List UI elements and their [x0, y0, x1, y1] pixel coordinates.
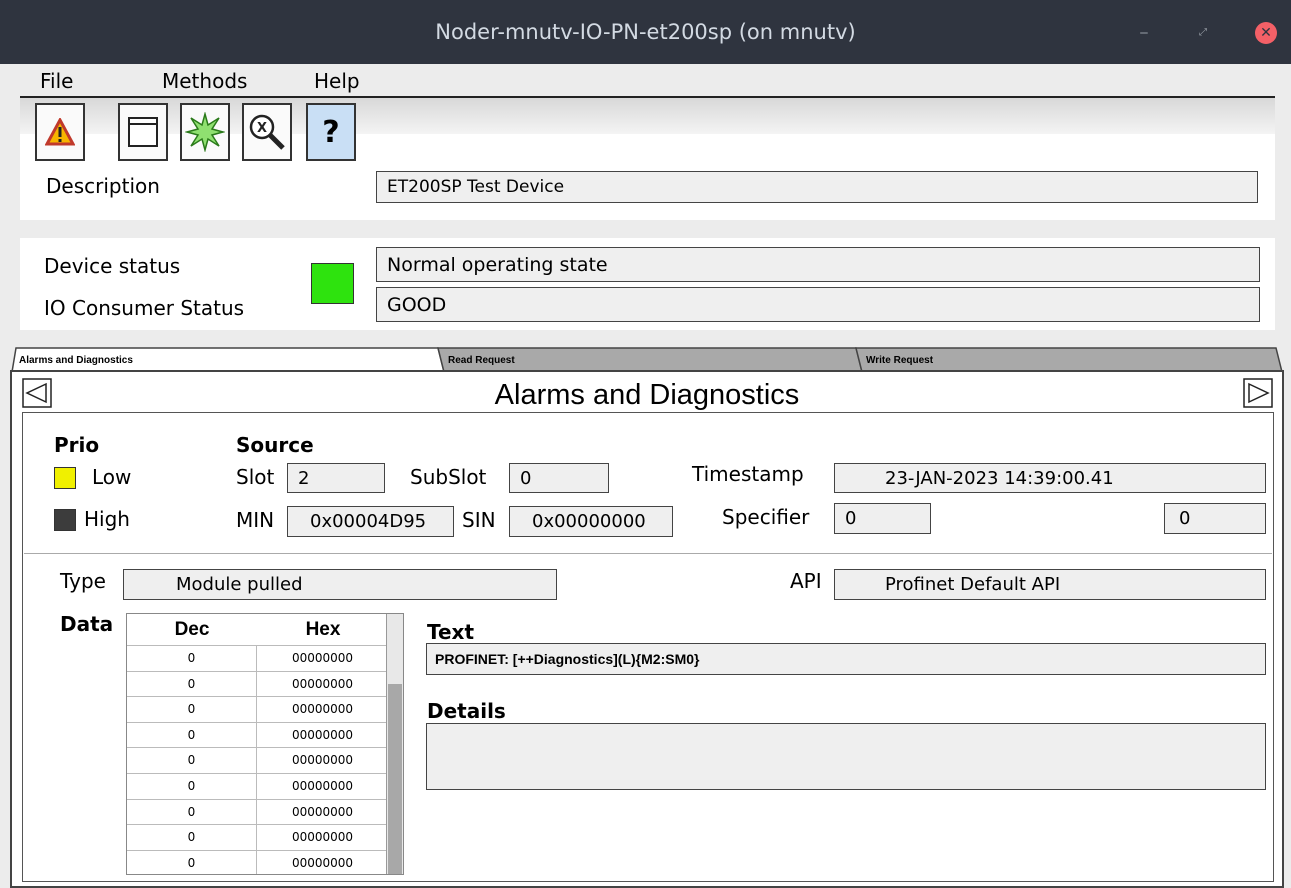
- status-indicator: [311, 263, 354, 304]
- table-row[interactable]: 0 00000000: [127, 849, 389, 874]
- type-field: Module pulled: [123, 569, 557, 600]
- close-icon[interactable]: ✕: [1255, 22, 1277, 44]
- data-label: Data: [60, 612, 114, 636]
- section-divider: [24, 553, 1272, 554]
- table-row[interactable]: 0 00000000: [127, 824, 389, 850]
- low-priority-label: Low: [92, 465, 132, 489]
- details-field: [426, 723, 1266, 790]
- data-table: Dec Hex 0 00000000 0 00000000 0 00000000 0 0000…: [126, 613, 404, 875]
- hex-cell: 00000000: [257, 799, 389, 825]
- new-item-button[interactable]: [180, 103, 230, 161]
- hex-cell: 00000000: [257, 671, 389, 697]
- table-row[interactable]: 0 00000000: [127, 696, 389, 722]
- low-priority-swatch: [54, 467, 76, 489]
- dec-cell: 0: [127, 748, 257, 773]
- table-row[interactable]: 0 00000000: [127, 645, 389, 671]
- next-arrow-icon[interactable]: [1243, 378, 1273, 408]
- details-label: Details: [427, 699, 506, 723]
- warning-icon: [45, 118, 75, 146]
- table-row[interactable]: 0 00000000: [127, 798, 389, 825]
- hex-cell: 00000000: [257, 850, 389, 874]
- menu-help[interactable]: Help: [314, 66, 360, 96]
- api-field: Profinet Default API: [834, 569, 1266, 600]
- table-row[interactable]: 0 00000000: [127, 721, 389, 748]
- menu-file[interactable]: File: [40, 66, 73, 96]
- sin-field: 0x00000000: [509, 506, 673, 537]
- tab-write-request[interactable]: Write Request: [866, 355, 933, 366]
- table-row[interactable]: 0 00000000: [127, 747, 389, 773]
- high-priority-label: High: [84, 507, 130, 531]
- subslot-label: SubSlot: [410, 465, 487, 489]
- hex-cell: 00000000: [257, 722, 389, 748]
- window-icon: [128, 117, 158, 147]
- open-window-button[interactable]: [118, 103, 168, 161]
- dec-cell: 0: [127, 697, 257, 722]
- starburst-icon: [185, 112, 225, 152]
- device-status-label: Device status: [44, 254, 181, 278]
- io-consumer-status-field: GOOD: [376, 287, 1260, 322]
- dec-cell: 0: [127, 671, 257, 697]
- source-label: Source: [236, 433, 314, 457]
- timestamp-label: Timestamp: [692, 462, 804, 486]
- help-button[interactable]: ?: [306, 103, 356, 161]
- minimize-icon[interactable]: ‒: [1133, 22, 1155, 44]
- min-label: MIN: [236, 508, 275, 532]
- text-label: Text: [427, 620, 475, 644]
- dec-cell: 0: [127, 722, 257, 748]
- device-status-field: Normal operating state: [376, 247, 1260, 282]
- min-field: 0x00004D95: [287, 506, 454, 537]
- dec-cell: 0: [127, 825, 257, 850]
- window-title: Noder-mnutv-IO-PN-et200sp (on mnutv): [435, 20, 856, 44]
- description-label: Description: [46, 174, 160, 198]
- magnifier-icon: X: [249, 114, 285, 150]
- scrollbar-thumb[interactable]: [388, 684, 402, 874]
- text-field: PROFINET: [++Diagnostics](L){M2:SM0}: [426, 643, 1266, 675]
- api-label: API: [790, 569, 822, 593]
- dec-cell: 0: [127, 646, 257, 671]
- hex-cell: 00000000: [257, 646, 389, 671]
- slot-label: Slot: [236, 465, 275, 489]
- maximize-icon[interactable]: ⤢: [1192, 22, 1214, 44]
- alarm-warning-button[interactable]: [35, 103, 85, 161]
- inspect-button[interactable]: X: [242, 103, 292, 161]
- io-consumer-status-label: IO Consumer Status: [44, 296, 245, 320]
- hex-cell: 00000000: [257, 774, 389, 799]
- dec-cell: 0: [127, 774, 257, 799]
- prio-label: Prio: [54, 433, 100, 457]
- hex-column-header: Hex: [305, 619, 341, 640]
- description-field: ET200SP Test Device: [376, 171, 1258, 203]
- hex-cell: 00000000: [257, 748, 389, 773]
- menu-methods[interactable]: Methods: [162, 66, 247, 96]
- dec-cell: 0: [127, 799, 257, 825]
- sin-label: SIN: [462, 508, 496, 532]
- type-label: Type: [60, 569, 106, 593]
- svg-text:X: X: [257, 121, 267, 136]
- dec-cell: 0: [127, 850, 257, 874]
- timestamp-field: 23-JAN-2023 14:39:00.41: [834, 463, 1266, 493]
- slot-field: 2: [287, 463, 385, 493]
- tab-read-request[interactable]: Read Request: [448, 355, 515, 366]
- table-row[interactable]: 0 00000000: [127, 670, 389, 697]
- hex-cell: 00000000: [257, 825, 389, 850]
- dec-column-header: Dec: [174, 619, 210, 640]
- high-priority-swatch: [54, 509, 76, 531]
- previous-arrow-icon[interactable]: [22, 378, 52, 408]
- specifier-field: 0: [834, 503, 931, 534]
- subslot-field: 0: [509, 463, 609, 493]
- tab-alarms-and-diagnostics[interactable]: Alarms and Diagnostics: [19, 355, 133, 366]
- table-row[interactable]: 0 00000000: [127, 773, 389, 799]
- specifier-label: Specifier: [722, 505, 810, 529]
- hex-cell: 00000000: [257, 697, 389, 722]
- specifier-extra-field: 0: [1164, 503, 1266, 534]
